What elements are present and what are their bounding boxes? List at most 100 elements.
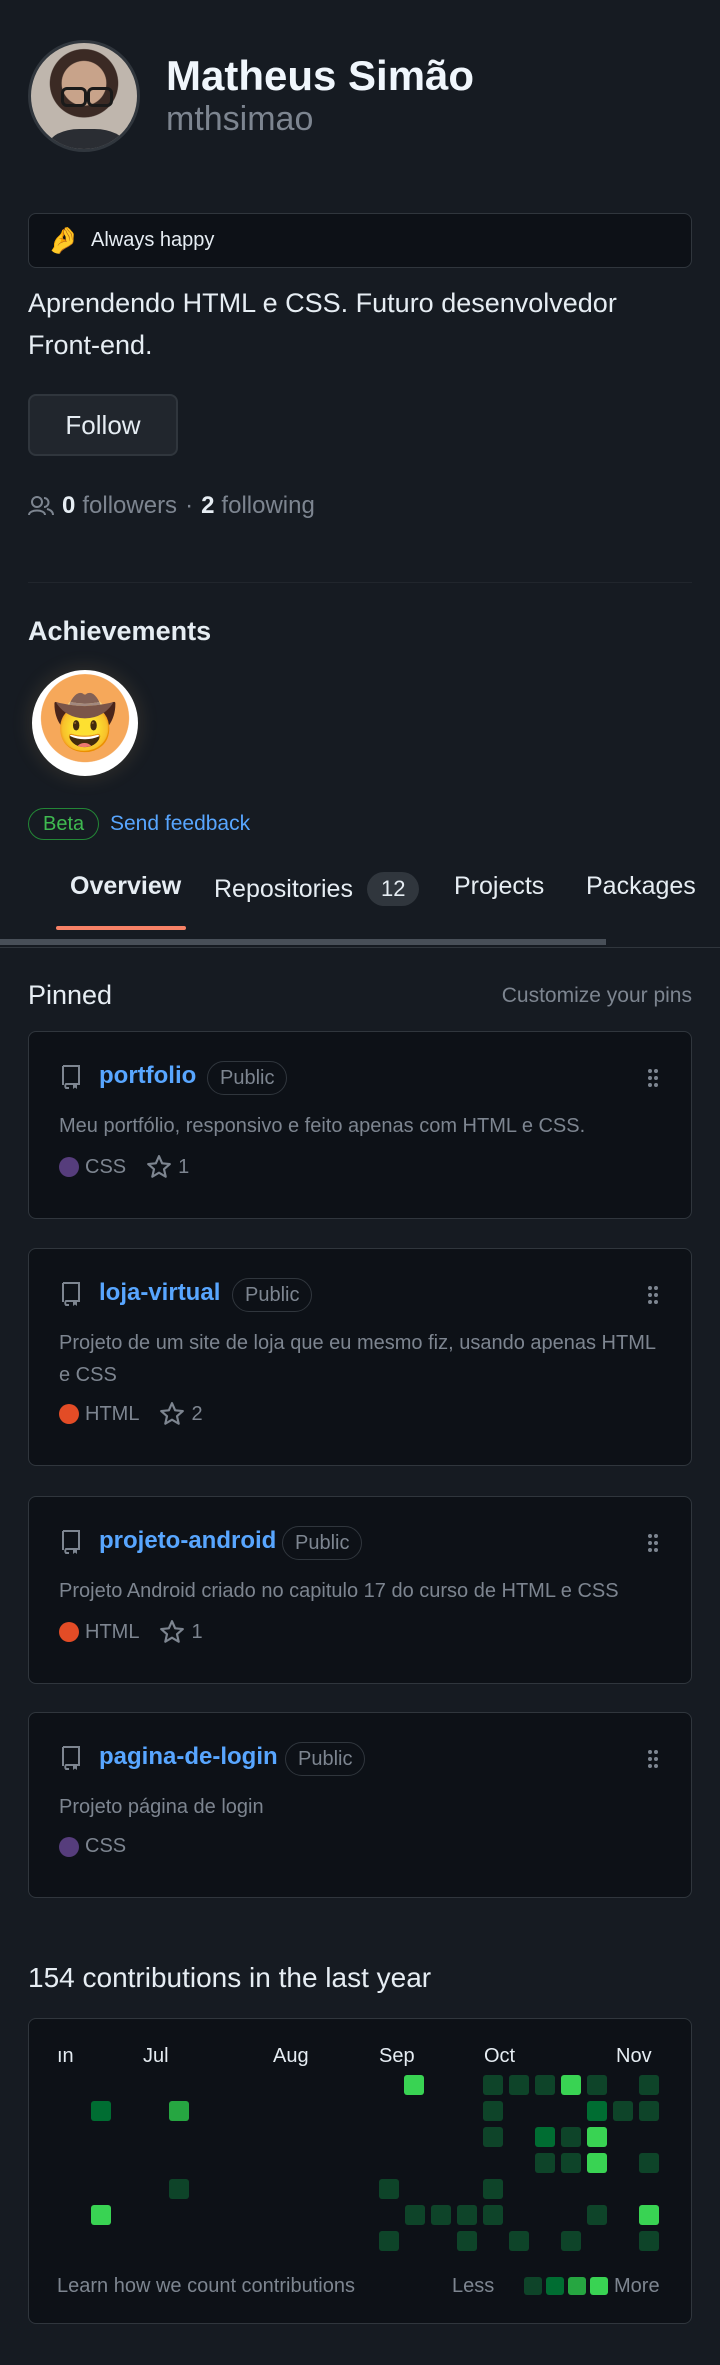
achievement-badge[interactable]: 🤠 — [32, 670, 138, 776]
contribution-day[interactable] — [169, 2101, 189, 2121]
repo-meta: CSS — [59, 1835, 126, 1858]
contribution-day[interactable] — [509, 2075, 529, 2095]
contribution-day[interactable] — [509, 2231, 529, 2251]
legend-level-3 — [568, 2277, 586, 2295]
profile-tabs: Overview Repositories 12 Projects Packag… — [0, 858, 720, 948]
star-count[interactable]: 1 — [191, 1621, 202, 1644]
tab-label: Projects — [454, 872, 545, 900]
contribution-day[interactable] — [587, 2127, 607, 2147]
follow-button[interactable]: Follow — [28, 394, 178, 456]
legend-level-1 — [524, 2277, 542, 2295]
contribution-day[interactable] — [483, 2075, 503, 2095]
contribution-day[interactable] — [457, 2231, 477, 2251]
contribution-day[interactable] — [404, 2075, 424, 2095]
contribution-day[interactable] — [587, 2075, 607, 2095]
legend-more-label: More — [614, 2275, 660, 2297]
contribution-day[interactable] — [613, 2101, 633, 2121]
contribution-day[interactable] — [561, 2075, 581, 2095]
cowboy-face-icon: 🤠 — [52, 694, 118, 753]
repo-icon — [62, 1065, 80, 1089]
contribution-day[interactable] — [587, 2153, 607, 2173]
language-color-dot — [59, 1622, 79, 1642]
drag-handle-icon[interactable] — [647, 1533, 659, 1553]
contribution-day[interactable] — [379, 2231, 399, 2251]
profile-username: mthsimao — [166, 99, 314, 138]
tab-repositories[interactable]: Repositories 12 — [214, 872, 420, 906]
profile-fullname: Matheus Simão — [166, 51, 475, 99]
star-count[interactable]: 1 — [178, 1156, 189, 1179]
contribution-day[interactable] — [587, 2205, 607, 2225]
month-label: Sep — [379, 2045, 415, 2067]
legend-level-4 — [590, 2277, 608, 2295]
tab-projects[interactable]: Projects — [454, 872, 544, 901]
drag-handle-icon[interactable] — [647, 1285, 659, 1305]
contribution-day[interactable] — [405, 2205, 425, 2225]
achievements-title: Achievements — [28, 616, 212, 646]
star-icon[interactable] — [159, 1619, 185, 1645]
repo-icon — [62, 1530, 80, 1554]
contribution-day[interactable] — [169, 2179, 189, 2199]
contribution-day[interactable] — [561, 2127, 581, 2147]
followers-label[interactable]: followers — [82, 492, 177, 520]
contribution-day[interactable] — [483, 2127, 503, 2147]
contribution-day[interactable] — [535, 2153, 555, 2173]
shirt-shape — [49, 129, 125, 149]
contribution-day[interactable] — [379, 2179, 399, 2199]
repositories-count-badge: 12 — [366, 872, 420, 906]
contribution-day[interactable] — [535, 2127, 555, 2147]
repo-description: Projeto de um site de loja que eu mesmo … — [59, 1332, 656, 1386]
repo-name-link[interactable]: portfolio — [99, 1062, 196, 1090]
repo-name-link[interactable]: loja-virtual — [99, 1279, 220, 1307]
contribution-day[interactable] — [561, 2153, 581, 2173]
tab-packages[interactable]: Packages — [586, 872, 696, 901]
pinned-repo-card: pagina-de-login Public Projeto página de… — [28, 1712, 692, 1898]
repo-description: Projeto Android criado no capitulo 17 do… — [59, 1580, 619, 1602]
profile-bio: Aprendendo HTML e CSS. Futuro desenvolve… — [28, 288, 617, 360]
contribution-day[interactable] — [431, 2205, 451, 2225]
contribution-day[interactable] — [91, 2101, 111, 2121]
tabs-scrollbar[interactable] — [0, 939, 606, 945]
contribution-day[interactable] — [483, 2101, 503, 2121]
contribution-day[interactable] — [639, 2231, 659, 2251]
contribution-day[interactable] — [535, 2075, 555, 2095]
contribution-day[interactable] — [639, 2153, 659, 2173]
repo-name-link[interactable]: projeto-android — [99, 1527, 276, 1555]
following-label[interactable]: following — [221, 492, 314, 520]
profile-names: Matheus Simão mthsimao — [166, 51, 475, 140]
followers-count[interactable]: 0 — [62, 492, 75, 520]
drag-handle-icon[interactable] — [647, 1068, 659, 1088]
contribution-day[interactable] — [587, 2101, 607, 2121]
star-icon[interactable] — [159, 1401, 185, 1427]
drag-handle-icon[interactable] — [647, 1749, 659, 1769]
visibility-badge: Public — [207, 1061, 288, 1095]
customize-pins-link[interactable]: Customize your pins — [502, 984, 692, 1008]
contribution-day[interactable] — [91, 2205, 111, 2225]
avatar[interactable] — [28, 40, 140, 152]
contribution-day[interactable] — [561, 2231, 581, 2251]
star-count[interactable]: 2 — [191, 1403, 202, 1426]
repo-description: Projeto página de login — [59, 1796, 264, 1818]
star-icon[interactable] — [146, 1154, 172, 1180]
tab-overview[interactable]: Overview — [70, 872, 181, 901]
send-feedback-link[interactable]: Send feedback — [110, 812, 250, 836]
month-label: Oct — [484, 2045, 516, 2067]
followers-row: 0 followers · 2 following — [28, 492, 315, 520]
contribution-day[interactable] — [483, 2179, 503, 2199]
contribution-day[interactable] — [639, 2075, 659, 2095]
pinned-repo-card: projeto-android Public Projeto Android c… — [28, 1496, 692, 1684]
contributions-title: 154 contributions in the last year — [28, 1962, 432, 1993]
contribution-day[interactable] — [483, 2205, 503, 2225]
language-color-dot — [59, 1157, 79, 1177]
section-divider — [28, 582, 692, 583]
learn-contributions-link[interactable]: Learn how we count contributions — [57, 2275, 355, 2298]
following-count[interactable]: 2 — [201, 492, 214, 520]
status-box[interactable]: 🤌 Always happy — [28, 213, 692, 268]
repo-language: CSS — [85, 1155, 127, 1178]
repo-icon — [62, 1746, 80, 1770]
contribution-day[interactable] — [639, 2101, 659, 2121]
repo-name-link[interactable]: pagina-de-login — [99, 1743, 278, 1771]
tab-label: Repositories — [214, 874, 353, 903]
contribution-day[interactable] — [457, 2205, 477, 2225]
contribution-day[interactable] — [639, 2205, 659, 2225]
visibility-badge: Public — [285, 1742, 366, 1776]
